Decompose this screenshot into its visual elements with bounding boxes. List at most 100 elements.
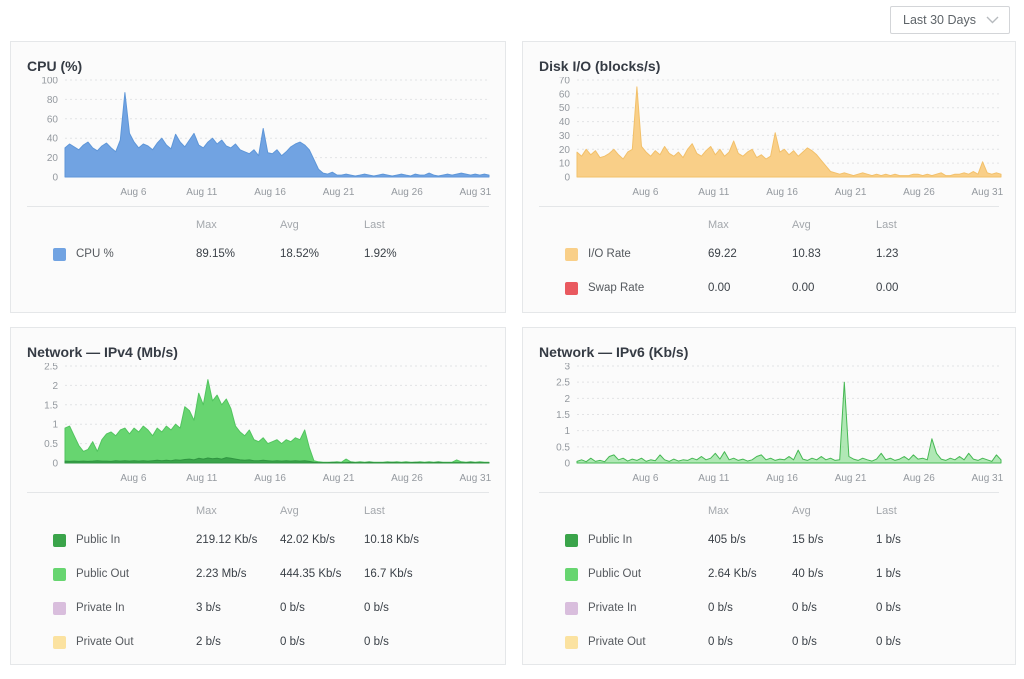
y-axis-tick-label: 3 xyxy=(564,363,570,373)
legend-row[interactable]: CPU % 89.15%18.52%1.92% xyxy=(53,237,489,271)
y-axis-tick-label: 1.5 xyxy=(44,400,58,411)
legend-series-name: Public In xyxy=(588,534,632,546)
legend-header-last: Last xyxy=(876,505,999,517)
x-axis-tick-label: Aug 16 xyxy=(766,473,798,484)
legend-series-name: Private In xyxy=(76,602,125,614)
x-axis-tick-label: Aug 31 xyxy=(971,473,1003,484)
legend-value-max: 2.64 Kb/s xyxy=(708,568,792,580)
legend-row[interactable]: Public In405 b/s15 b/s1 b/s xyxy=(565,523,999,557)
legend-row[interactable]: Public In219.12 Kb/s42.02 Kb/s10.18 Kb/s xyxy=(53,523,489,557)
legend-value-last: 1.92% xyxy=(364,248,489,260)
legend-value-last: 0 b/s xyxy=(364,602,489,614)
legend-series-name: Public Out xyxy=(76,568,129,580)
legend-value-avg: 0 b/s xyxy=(280,636,364,648)
legend-row[interactable]: Private In3 b/s0 b/s0 b/s xyxy=(53,591,489,625)
chart-title-cpu: CPU (%) xyxy=(27,57,489,75)
cpu-legend: MaxAvgLast CPU % 89.15%18.52%1.92% xyxy=(27,206,489,271)
legend-value-last: 1 b/s xyxy=(876,534,999,546)
chart-canvas: 020406080100Aug 6Aug 11Aug 16Aug 21Aug 2… xyxy=(27,77,491,201)
cpu-chart: 020406080100Aug 6Aug 11Aug 16Aug 21Aug 2… xyxy=(27,77,489,201)
legend-value-avg: 10.83 xyxy=(792,248,876,260)
legend-row[interactable]: Public Out2.23 Mb/s444.35 Kb/s16.7 Kb/s xyxy=(53,557,489,591)
legend-label-cell: Public In xyxy=(53,534,196,547)
legend-header-max: Max xyxy=(196,505,280,517)
area-series-public-out xyxy=(65,380,489,463)
legend-value-last: 16.7 Kb/s xyxy=(364,568,489,580)
legend-value-avg: 0 b/s xyxy=(792,636,876,648)
x-axis-tick-label: Aug 6 xyxy=(632,187,659,198)
legend-label-cell: Swap Rate xyxy=(565,282,708,295)
disk-io-legend: MaxAvgLastI/O Rate69.2210.831.23 Swap Rat… xyxy=(539,206,999,305)
legend-header-row: MaxAvgLast xyxy=(565,499,999,523)
legend-value-last: 1.23 xyxy=(876,248,999,260)
legend-header-row: MaxAvgLast xyxy=(565,213,999,237)
legend-header-row: MaxAvgLast xyxy=(53,213,489,237)
chart-canvas: 00.511.522.5Aug 6Aug 11Aug 16Aug 21Aug 2… xyxy=(27,363,491,487)
network-ipv4-panel: Network — IPv4 (Mb/s) 00.511.522.5Aug 6A… xyxy=(10,327,506,665)
legend-value-max: 405 b/s xyxy=(708,534,792,546)
y-axis-tick-label: 0 xyxy=(564,459,570,470)
x-axis-tick-label: Aug 11 xyxy=(186,187,217,198)
x-axis-tick-label: Aug 26 xyxy=(903,473,935,484)
legend-swatch xyxy=(53,534,66,547)
legend-value-last: 10.18 Kb/s xyxy=(364,534,489,546)
legend-label-cell: Private In xyxy=(565,602,708,615)
legend-header-avg: Avg xyxy=(792,505,876,517)
legend-header-avg: Avg xyxy=(792,219,876,231)
legend-header-last: Last xyxy=(364,219,489,231)
legend-row[interactable]: I/O Rate69.2210.831.23 xyxy=(565,237,999,271)
x-axis-tick-label: Aug 6 xyxy=(120,187,147,198)
disk-io-panel: Disk I/O (blocks/s) 010203040506070Aug 6… xyxy=(522,41,1016,313)
legend-row[interactable]: Private Out0 b/s0 b/s0 b/s xyxy=(565,625,999,659)
legend-label-cell: Public Out xyxy=(53,568,196,581)
legend-label-cell: Private Out xyxy=(53,636,196,649)
legend-series-name: Private In xyxy=(588,602,637,614)
y-axis-tick-label: 1 xyxy=(564,426,570,437)
legend-value-max: 89.15% xyxy=(196,248,280,260)
y-axis-tick-label: 80 xyxy=(47,95,59,106)
legend-value-last: 0.00 xyxy=(876,282,999,294)
legend-value-avg: 0 b/s xyxy=(280,602,364,614)
legend-row[interactable]: Swap Rate0.000.000.00 xyxy=(565,271,999,305)
legend-row[interactable]: Private Out2 b/s0 b/s0 b/s xyxy=(53,625,489,659)
legend-value-avg: 0 b/s xyxy=(792,602,876,614)
legend-series-name: Public In xyxy=(76,534,120,546)
legend-value-avg: 18.52% xyxy=(280,248,364,260)
disk-io-chart: 010203040506070Aug 6Aug 11Aug 16Aug 21Au… xyxy=(539,77,999,201)
time-range-select[interactable]: Last 30 Days xyxy=(890,6,1010,34)
chart-title-disk-io: Disk I/O (blocks/s) xyxy=(539,57,999,75)
chevron-down-icon xyxy=(986,16,999,24)
chart-title-ipv4: Network — IPv4 (Mb/s) xyxy=(27,343,489,361)
x-axis-tick-label: Aug 21 xyxy=(323,473,355,484)
legend-label-cell: Private In xyxy=(53,602,196,615)
legend-series-name: CPU % xyxy=(76,248,114,260)
y-axis-tick-label: 0 xyxy=(564,173,570,184)
legend-swatch xyxy=(53,602,66,615)
x-axis-tick-label: Aug 26 xyxy=(903,187,935,198)
network-ipv4-chart: 00.511.522.5Aug 6Aug 11Aug 16Aug 21Aug 2… xyxy=(27,363,489,487)
x-axis-tick-label: Aug 11 xyxy=(698,187,729,198)
legend-row[interactable]: Public Out2.64 Kb/s40 b/s1 b/s xyxy=(565,557,999,591)
legend-header-max: Max xyxy=(708,219,792,231)
y-axis-tick-label: 40 xyxy=(559,117,571,128)
chart-canvas: 00.511.522.53Aug 6Aug 11Aug 16Aug 21Aug … xyxy=(539,363,1003,487)
network-ipv6-legend: MaxAvgLastPublic In405 b/s15 b/s1 b/sPub… xyxy=(539,492,999,659)
legend-row[interactable]: Private In0 b/s0 b/s0 b/s xyxy=(565,591,999,625)
legend-value-last: 0 b/s xyxy=(876,602,999,614)
legend-series-name: Private Out xyxy=(76,636,134,648)
x-axis-tick-label: Aug 21 xyxy=(835,187,867,198)
legend-header-avg: Avg xyxy=(280,505,364,517)
legend-value-max: 219.12 Kb/s xyxy=(196,534,280,546)
legend-value-last: 1 b/s xyxy=(876,568,999,580)
x-axis-tick-label: Aug 11 xyxy=(698,473,729,484)
y-axis-tick-label: 60 xyxy=(47,114,59,125)
cpu-panel: CPU (%) 020406080100Aug 6Aug 11Aug 16Aug… xyxy=(10,41,506,313)
legend-series-name: I/O Rate xyxy=(588,248,631,260)
legend-series-name: Swap Rate xyxy=(588,282,644,294)
x-axis-tick-label: Aug 16 xyxy=(766,187,798,198)
y-axis-tick-label: 2.5 xyxy=(44,363,58,373)
chart-title-ipv6: Network — IPv6 (Kb/s) xyxy=(539,343,999,361)
x-axis-tick-label: Aug 21 xyxy=(323,187,355,198)
y-axis-tick-label: 20 xyxy=(559,145,571,156)
x-axis-tick-label: Aug 6 xyxy=(120,473,147,484)
